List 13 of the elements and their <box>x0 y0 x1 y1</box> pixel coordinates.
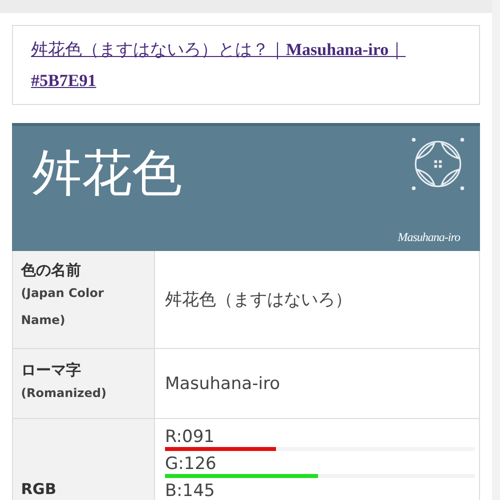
crest-icon <box>410 136 466 192</box>
row-value: 舛花色（ますはないろ） <box>165 289 353 311</box>
channel-value: R:091 <box>165 427 216 447</box>
row-sublabel: (Japan Color Name) <box>21 285 105 329</box>
row-label: 色の名前 <box>21 261 82 280</box>
row-value: Masuhana-iro <box>165 374 281 394</box>
channel-value: G:126 <box>165 454 218 474</box>
channel-value: B:145 <box>165 481 216 500</box>
row-label: ローマ字 <box>21 360 82 380</box>
row-label: RGB <box>21 480 58 498</box>
row-sublabel: (Romanized) <box>21 384 108 402</box>
romaji-caption: Masuhana-iro <box>398 230 460 245</box>
color-name-heading: 舛花色 <box>32 143 182 204</box>
